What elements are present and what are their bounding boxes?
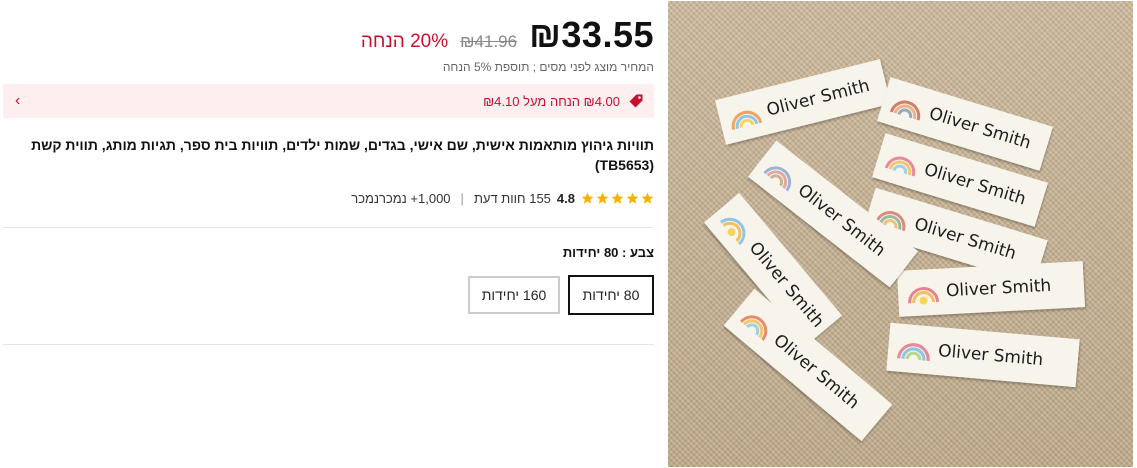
price-tag-icon <box>628 93 644 109</box>
current-price: ₪33.55 <box>529 14 654 55</box>
divider-line <box>3 227 654 228</box>
star-icon <box>626 192 639 204</box>
rainbow-icon <box>889 100 921 121</box>
product-title: תוויות גיהוץ מותאמות אישית, שם אישי, בגד… <box>31 137 654 173</box>
label-name: Oliver Smith <box>945 275 1052 302</box>
divider: | <box>460 191 464 206</box>
rainbow-icon <box>720 217 746 246</box>
star-icon <box>641 192 654 204</box>
original-price: ₪41.96 <box>460 32 518 51</box>
sold-count: 1,000+ נמכרנמכר <box>351 191 451 206</box>
rainbow-icon <box>739 315 768 341</box>
rainbow-icon <box>896 343 930 361</box>
divider-line <box>3 344 654 345</box>
name-label: Oliver Smith <box>896 261 1086 317</box>
variant-option-80[interactable]: 80 יחידות <box>568 275 654 315</box>
variant-options: 80 יחידות 160 יחידות <box>468 275 654 315</box>
star-icon <box>596 192 609 204</box>
variant-option-160[interactable]: 160 יחידות <box>468 276 560 314</box>
rating-score: 4.8 <box>556 191 575 206</box>
tax-note: המחיר מוצג לפני מסים ; תוספת 5% הנחה <box>442 60 654 74</box>
star-icon <box>611 192 624 204</box>
product-details: ₪33.55 ₪41.96 20% הנחה המחיר מוצג לפני מ… <box>3 0 654 468</box>
rainbow-icon <box>884 156 916 177</box>
review-count[interactable]: 155 חוות דעת <box>474 191 551 206</box>
rainbow-icon <box>908 287 940 305</box>
price-row: ₪33.55 ₪41.96 20% הנחה <box>361 14 654 56</box>
chevron-right-icon[interactable]: › <box>15 92 20 110</box>
rating-row[interactable]: 4.8 155 חוות דעת | 1,000+ נמכרנמכר <box>351 191 654 206</box>
label-name: Oliver Smith <box>937 341 1044 371</box>
rainbow-icon <box>763 166 792 192</box>
promo-text: ₪4.00 הנחה מעל ₪4.10 <box>483 93 620 109</box>
variant-label: צבע : 80 יחידות <box>562 245 654 260</box>
discount-badge: 20% הנחה <box>360 31 449 52</box>
star-icon <box>581 192 594 204</box>
product-page: ₪33.55 ₪41.96 20% הנחה המחיר מוצג לפני מ… <box>0 0 1137 468</box>
promo-banner[interactable]: ₪4.00 הנחה מעל ₪4.10 › <box>3 84 654 118</box>
product-image[interactable]: Oliver Smith Oliver Smith Oliver Smith O… <box>668 1 1133 467</box>
rating-stars <box>581 192 654 205</box>
rainbow-icon <box>731 110 763 130</box>
